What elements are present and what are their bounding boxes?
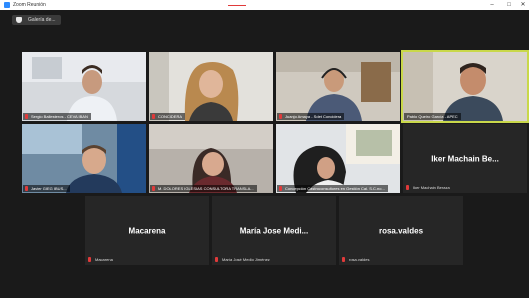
participant-video	[276, 52, 400, 121]
gallery-view-button[interactable]: Galería de...	[12, 15, 61, 25]
participant-display-name: María Jose Medi...	[239, 226, 309, 235]
participant-tile[interactable]: María Jose Medi... María José Medio Jimé…	[212, 196, 336, 265]
participant-tile[interactable]: Iker Machain Be... Iker Machain Beraza	[403, 124, 527, 193]
participant-display-name: Macarena	[128, 226, 166, 235]
participant-name-label: Juanjo Amaya - Sdet Concidera	[277, 113, 345, 120]
participant-name-label: María José Medio Jiménez	[215, 257, 270, 263]
participant-tile[interactable]: Macarena Macarena	[85, 196, 209, 265]
muted-mic-icon	[279, 186, 282, 191]
participant-tile[interactable]: Javier GIEG IBUS...	[22, 124, 146, 193]
minimize-button[interactable]: –	[485, 0, 499, 10]
muted-mic-icon	[152, 114, 155, 119]
recording-indicator	[228, 5, 246, 6]
participant-name-label: rosa.valdes	[342, 257, 369, 263]
participant-name-label: M. DOLORES IGLESIAS CONSULTORA TRANSLA..…	[150, 185, 257, 192]
muted-mic-icon	[88, 257, 91, 262]
muted-mic-icon	[25, 186, 28, 191]
participant-name-label: Concepción Castroconsultores en Gestión …	[277, 185, 388, 192]
participant-name-label: Pablo Queiro García - APEC	[404, 113, 461, 120]
zoom-app-icon	[4, 2, 10, 8]
participant-name-label: CONCIDERA	[150, 113, 186, 120]
muted-mic-icon	[215, 257, 218, 262]
participant-tile-active-speaker[interactable]: Pablo Queiro García - APEC	[401, 50, 529, 123]
participant-tile[interactable]: Concepción Castroconsultores en Gestión …	[276, 124, 400, 193]
maximize-button[interactable]: □	[502, 0, 516, 10]
muted-mic-icon	[152, 186, 155, 191]
shield-icon	[16, 17, 22, 23]
participant-video	[403, 52, 527, 121]
participant-tile[interactable]: CONCIDERA	[149, 52, 273, 121]
participant-display-name: rosa.valdes	[378, 226, 424, 235]
gallery-view-label: Galería de...	[28, 17, 56, 23]
muted-mic-icon	[342, 257, 345, 262]
window-title: Zoom Reunión	[13, 2, 46, 8]
participant-name-label: Sergio Ballesteros - CEVA IBAN	[23, 113, 91, 120]
participant-name-label: Javier GIEG IBUS...	[23, 185, 70, 192]
close-button[interactable]: ✕	[516, 0, 529, 10]
participant-video	[22, 52, 146, 121]
muted-mic-icon	[406, 185, 409, 190]
participant-tile[interactable]: rosa.valdes rosa.valdes	[339, 196, 463, 265]
participant-display-name: Iker Machain Be...	[431, 154, 499, 163]
muted-mic-icon	[279, 114, 282, 119]
participant-video	[22, 124, 146, 193]
participant-video	[149, 52, 273, 121]
meeting-toolbar	[0, 10, 529, 36]
participant-video	[276, 124, 400, 193]
participant-name-label: Macarena	[88, 257, 113, 263]
participant-name-label: Iker Machain Beraza	[406, 185, 450, 191]
participant-tile[interactable]: Juanjo Amaya - Sdet Concidera	[276, 52, 400, 121]
participant-tile[interactable]: Sergio Ballesteros - CEVA IBAN	[22, 52, 146, 121]
title-bar: Zoom Reunión – □ ✕	[0, 0, 529, 10]
muted-mic-icon	[25, 114, 28, 119]
participant-video	[149, 124, 273, 193]
participant-tile[interactable]: M. DOLORES IGLESIAS CONSULTORA TRANSLA..…	[149, 124, 273, 193]
